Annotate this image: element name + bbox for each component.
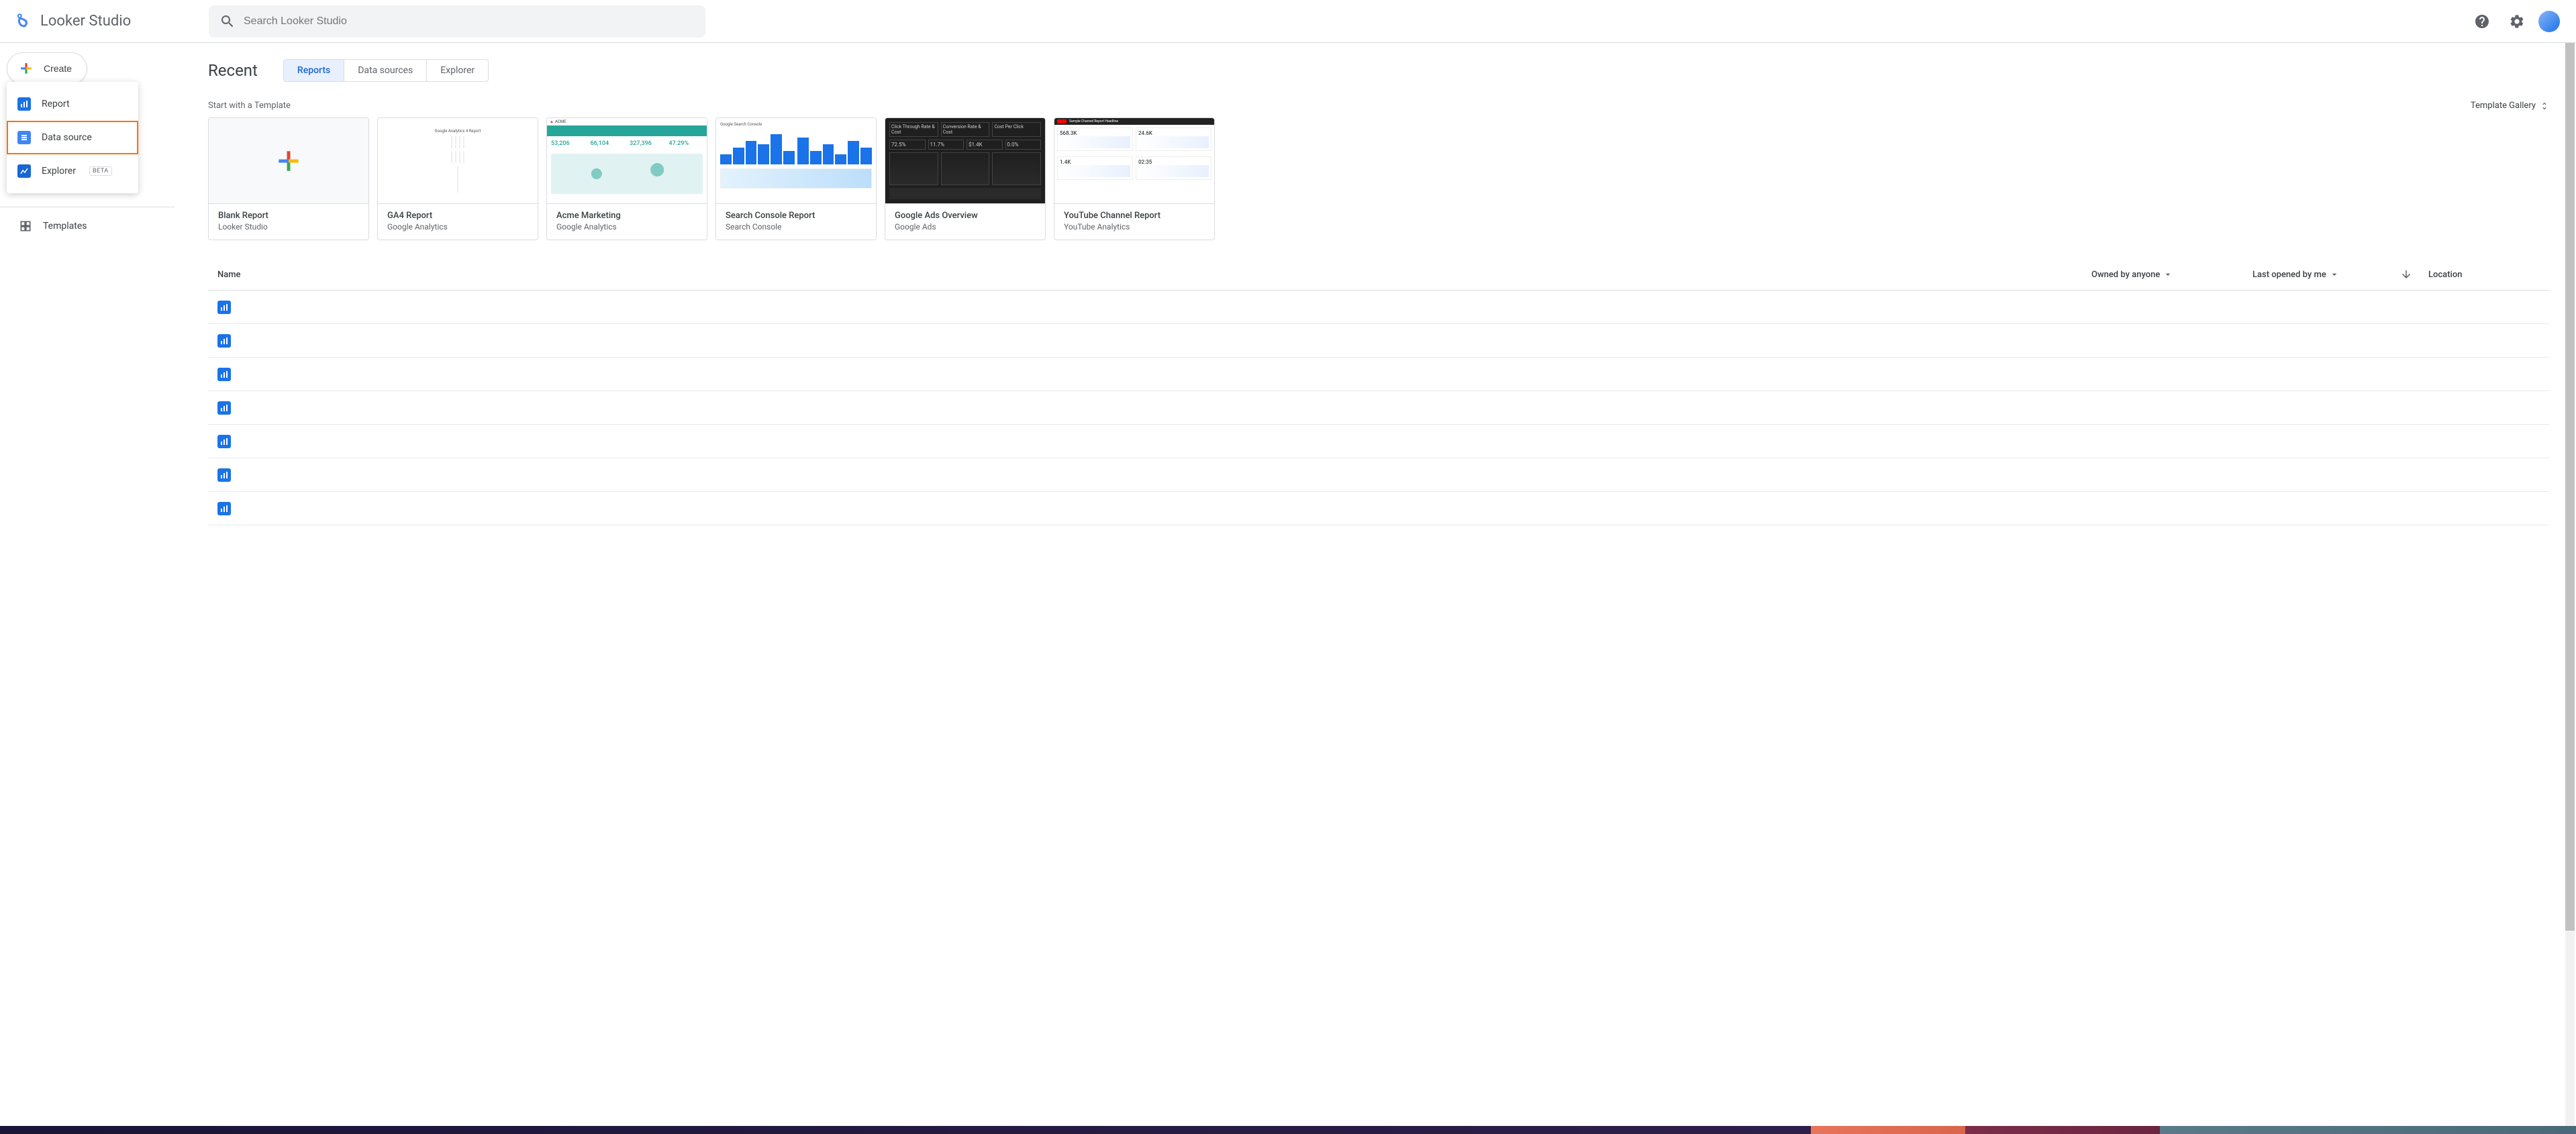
plus-icon [274,146,303,176]
create-menu: Report Data source Explorer BETA [7,82,138,193]
template-subtitle: Looker Studio [218,222,359,231]
template-header: Start with a Template Template Gallery [208,101,2549,111]
template-thumb: ▲ ACME 53,206 66,104 327,396 47.29% [547,118,707,204]
template-row: Blank Report Looker Studio Google Analyt… [208,117,2549,240]
create-button[interactable]: Create [7,52,87,85]
report-icon [217,468,231,482]
template-subtitle: Google Analytics [387,222,528,231]
scrollbar[interactable] [2565,43,2575,1126]
template-gallery-link[interactable]: Template Gallery [2471,101,2549,111]
nav-templates[interactable]: Templates [0,213,166,240]
create-menu-report-label: Report [42,99,70,109]
dropdown-icon [2329,269,2340,280]
report-icon [217,435,231,448]
tab-explorer[interactable]: Explorer [427,60,488,81]
templates-icon [19,219,32,233]
table-row[interactable] [208,492,2549,525]
settings-button[interactable] [2504,8,2530,35]
section-title: Recent [208,61,258,80]
looker-studio-logo-icon [13,12,32,31]
content-type-tabs: Reports Data sources Explorer [283,59,489,82]
data-source-icon [17,131,31,144]
template-title: Google Ads Overview [895,211,1036,221]
table-header: Name Owned by anyone Last opened by me L… [208,259,2549,291]
sidebar: Create Report Data source Explorer [0,43,175,1126]
column-name[interactable]: Name [208,270,2091,280]
search-box[interactable] [209,5,705,38]
report-icon [217,334,231,348]
template-card-search-console[interactable]: Google Search Console Search Console Rep… [715,117,877,240]
template-thumb: Sample Channel Report Headline 568.3K 24… [1054,118,1214,204]
tab-data-sources[interactable]: Data sources [344,60,427,81]
create-menu-data-source[interactable]: Data source [7,121,138,154]
tab-reports[interactable]: Reports [284,60,344,81]
template-card-acme[interactable]: ▲ ACME 53,206 66,104 327,396 47.29% Acme… [546,117,707,240]
create-label: Create [44,63,72,74]
dropdown-icon [2163,269,2173,280]
template-title: Search Console Report [726,211,866,221]
column-last-opened-filter[interactable]: Last opened by me [2252,269,2400,280]
template-subtitle: Google Ads [895,222,1036,231]
report-icon [17,97,31,111]
help-icon [2474,13,2490,30]
report-icon [217,502,231,515]
plus-icon [17,59,36,78]
app-header: Looker Studio [0,0,2576,43]
template-subtitle: Search Console [726,222,866,231]
expand-icon [2540,101,2549,111]
search-input[interactable] [244,15,695,28]
template-title: YouTube Channel Report [1064,211,1205,221]
create-menu-report[interactable]: Report [7,87,138,121]
table-row[interactable] [208,291,2549,324]
sort-descending-icon[interactable] [2400,268,2412,280]
create-menu-explorer-label: Explorer [42,166,76,176]
explorer-icon [17,164,31,178]
template-subtitle: Google Analytics [556,222,697,231]
table-row[interactable] [208,425,2549,458]
template-card-google-ads[interactable]: Click Through Rate & CostConversion Rate… [885,117,1046,240]
template-thumb: Google Search Console [716,118,876,204]
template-thumb: Click Through Rate & CostConversion Rate… [885,118,1045,204]
template-title: Acme Marketing [556,211,697,221]
templates-heading: Start with a Template [208,101,291,111]
template-card-ga4[interactable]: Google Analytics 4 Report GA4 Report Goo… [377,117,538,240]
user-avatar[interactable] [2538,11,2560,32]
create-menu-data-source-label: Data source [42,132,92,143]
table-row[interactable] [208,458,2549,492]
template-card-blank[interactable]: Blank Report Looker Studio [208,117,369,240]
main-content: Recent Reports Data sources Explorer Sta… [175,43,2576,1126]
table-row[interactable] [208,324,2549,358]
report-icon [217,368,231,381]
template-title: Blank Report [218,211,359,221]
template-title: GA4 Report [387,211,528,221]
table-body [208,291,2549,525]
column-owned-filter[interactable]: Owned by anyone [2091,269,2252,280]
report-icon [217,401,231,415]
section-header: Recent Reports Data sources Explorer [208,59,2549,82]
beta-badge: BETA [89,166,112,176]
table-row[interactable] [208,391,2549,425]
app-title: Looker Studio [40,13,131,30]
header-actions [2469,8,2565,35]
bottom-decoration [0,1126,2576,1134]
gear-icon [2509,13,2525,30]
template-thumb [209,118,368,204]
help-button[interactable] [2469,8,2495,35]
template-card-youtube[interactable]: Sample Channel Report Headline 568.3K 24… [1054,117,1215,240]
search-icon [219,13,236,30]
scrollbar-thumb[interactable] [2565,43,2575,931]
report-icon [217,301,231,314]
table-row[interactable] [208,358,2549,391]
logo-area[interactable]: Looker Studio [11,12,209,31]
template-subtitle: YouTube Analytics [1064,222,1205,231]
create-menu-explorer[interactable]: Explorer BETA [7,154,138,188]
column-location: Location [2428,270,2549,280]
template-thumb: Google Analytics 4 Report [378,118,538,204]
